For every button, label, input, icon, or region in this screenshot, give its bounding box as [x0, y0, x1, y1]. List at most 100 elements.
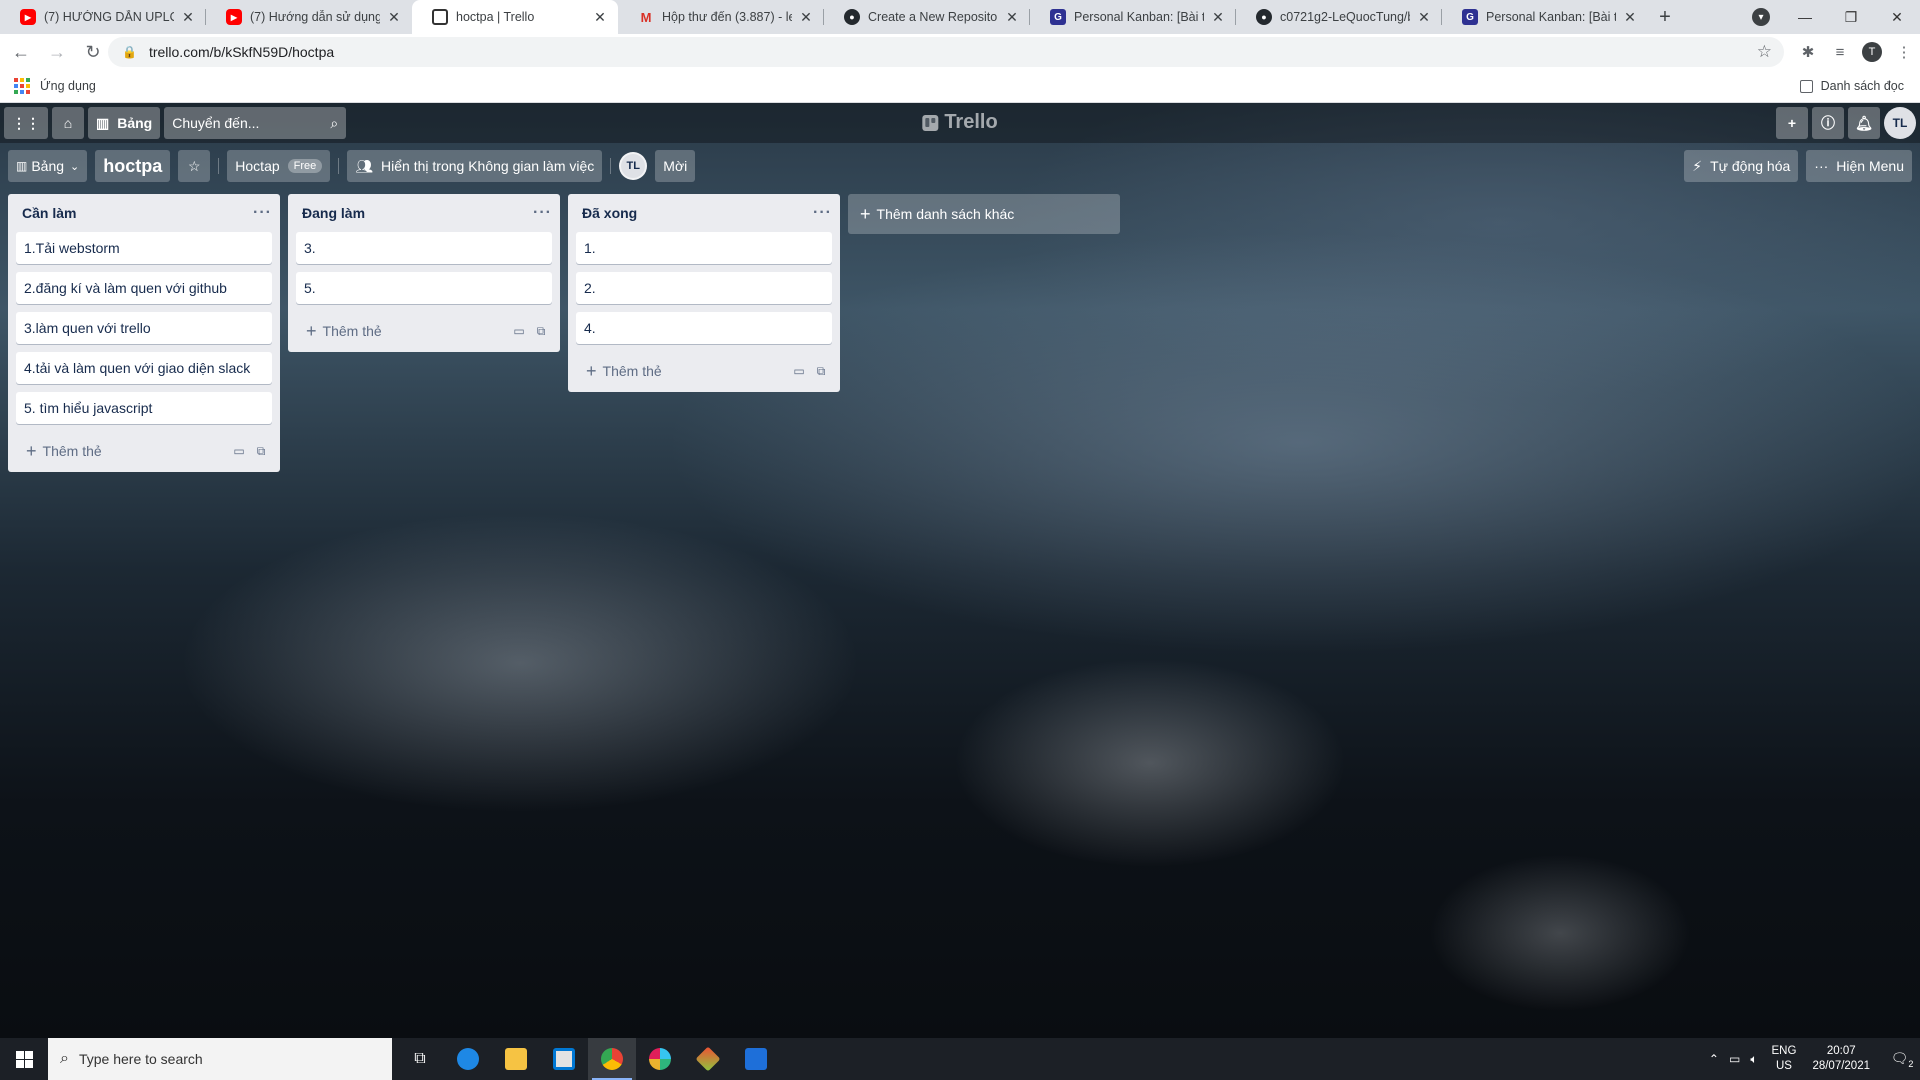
browser-tab[interactable]: G Personal Kanban: [Bài tập] ✕	[1442, 0, 1648, 34]
create-from-template-icon[interactable]: ⧉	[530, 324, 552, 339]
boards-button[interactable]: ▥ Bảng	[88, 107, 161, 139]
profile-avatar[interactable]: T	[1862, 42, 1882, 62]
card[interactable]: 3.làm quen với trello	[16, 312, 272, 344]
close-icon[interactable]: ✕	[592, 9, 608, 26]
notification-center-icon[interactable]: 🗨︎2	[1884, 1050, 1920, 1069]
list-title[interactable]: Cần làm	[22, 205, 76, 221]
git-icon[interactable]	[684, 1038, 732, 1080]
forward-icon[interactable]: →	[42, 37, 72, 67]
video-icon[interactable]: ▭	[508, 324, 530, 338]
card[interactable]: 2.	[576, 272, 832, 304]
edge-icon[interactable]	[444, 1038, 492, 1080]
store-icon[interactable]	[540, 1038, 588, 1080]
browser-tab-active[interactable]: hoctpa | Trello ✕	[412, 0, 618, 34]
tab-search-icon[interactable]: ▾	[1752, 8, 1770, 26]
logo-text: Trello	[944, 111, 998, 133]
board-member-avatar[interactable]: TL	[619, 152, 648, 180]
list-header[interactable]: Đang làm ···	[288, 194, 560, 232]
start-button[interactable]	[0, 1038, 48, 1080]
create-from-template-icon[interactable]: ⧉	[250, 444, 272, 459]
network-icon[interactable]: ▭	[1729, 1052, 1740, 1067]
card[interactable]: 2.đăng kí và làm quen với github	[16, 272, 272, 304]
address-bar[interactable]: 🔒 trello.com/b/kSkfN59D/hoctpa ☆	[108, 37, 1784, 67]
minimize-icon[interactable]: —	[1782, 9, 1828, 25]
close-icon[interactable]: ✕	[1210, 9, 1226, 26]
list-header[interactable]: Cần làm ···	[8, 194, 280, 232]
board-icon: ▥	[96, 114, 110, 131]
workspace-button[interactable]: Hoctap Free	[227, 150, 331, 182]
taskbar-search-input[interactable]: ⌕ Type here to search	[48, 1038, 392, 1080]
list-menu-icon[interactable]: ···	[813, 204, 832, 222]
close-icon[interactable]: ✕	[1416, 9, 1432, 26]
card[interactable]: 4.tải và làm quen với giao diện slack	[16, 352, 272, 384]
browser-tab[interactable]: M Hộp thư đến (3.887) - lequ ✕	[618, 0, 824, 34]
clock[interactable]: 20:07 28/07/2021	[1812, 1044, 1870, 1074]
browser-tab[interactable]: ▶ (7) HƯỚNG DẪN UPLOAD ✕	[0, 0, 206, 34]
card[interactable]: 1.Tải webstorm	[16, 232, 272, 264]
card[interactable]: 5.	[296, 272, 552, 304]
video-icon[interactable]: ▭	[788, 364, 810, 378]
add-list-button[interactable]: + Thêm danh sách khác	[848, 194, 1120, 234]
create-icon[interactable]: +	[1776, 107, 1808, 139]
video-icon[interactable]: ▭	[228, 444, 250, 458]
slack-icon[interactable]	[636, 1038, 684, 1080]
show-menu-button[interactable]: ··· Hiện Menu	[1806, 150, 1912, 182]
add-card-button[interactable]: + Thêm thẻ ▭ ⧉	[16, 432, 280, 470]
chrome-icon[interactable]	[588, 1038, 636, 1080]
close-icon[interactable]: ✕	[180, 9, 196, 26]
list-menu-icon[interactable]: ···	[533, 204, 552, 222]
back-icon[interactable]: ←	[6, 37, 36, 67]
close-icon[interactable]: ✕	[1004, 9, 1020, 26]
new-tab-button[interactable]: +	[1648, 0, 1682, 34]
list-title[interactable]: Đã xong	[582, 205, 637, 221]
card[interactable]: 3.	[296, 232, 552, 264]
lock-icon[interactable]: 🔒	[122, 45, 137, 59]
file-explorer-icon[interactable]	[492, 1038, 540, 1080]
list-header[interactable]: Đã xong ···	[568, 194, 840, 232]
reload-icon[interactable]: ↻	[78, 37, 108, 67]
apps-icon[interactable]	[14, 78, 30, 94]
close-icon[interactable]: ✕	[386, 9, 402, 26]
browser-tab[interactable]: G Personal Kanban: [Bài tập] ✕	[1030, 0, 1236, 34]
card[interactable]: 1.	[576, 232, 832, 264]
invite-button[interactable]: Mời	[655, 150, 696, 182]
media-control-icon[interactable]: ≡	[1824, 44, 1856, 61]
close-icon[interactable]: ✕	[798, 9, 814, 26]
automation-button[interactable]: ⚡︎ Tự động hóa	[1684, 150, 1799, 182]
trello-search-input[interactable]: Chuyển đến... ⌕	[164, 107, 347, 139]
notifications-icon[interactable]: 🔔︎	[1848, 107, 1880, 139]
task-view-icon[interactable]: ⧉	[396, 1038, 444, 1080]
list-title[interactable]: Đang làm	[302, 205, 365, 221]
photos-icon[interactable]	[732, 1038, 780, 1080]
card[interactable]: 4.	[576, 312, 832, 344]
browser-tab[interactable]: ● Create a New Repository ✕	[824, 0, 1030, 34]
add-card-button[interactable]: + Thêm thẻ ▭ ⧉	[296, 312, 560, 350]
chevron-up-icon[interactable]: ⌃	[1709, 1052, 1719, 1067]
close-window-icon[interactable]: ✕	[1874, 9, 1920, 26]
browser-tab[interactable]: ▶ (7) Hướng dẫn sử dụng Tre ✕	[206, 0, 412, 34]
card[interactable]: 5. tìm hiểu javascript	[16, 392, 272, 424]
visibility-button[interactable]: 👥︎ Hiển thị trong Không gian làm việc	[347, 150, 603, 182]
browser-tab[interactable]: ● c0721g2-LeQuocTung/bai ✕	[1236, 0, 1442, 34]
app-switcher-icon[interactable]: ⋮⋮	[4, 107, 48, 139]
board-view-switcher[interactable]: ▥ Bảng ⌄	[8, 150, 88, 182]
chrome-menu-icon[interactable]: ⋮	[1888, 43, 1920, 61]
apps-bookmark[interactable]: Ứng dụng	[40, 79, 96, 93]
restore-icon[interactable]: ❐	[1828, 9, 1874, 26]
star-board-icon[interactable]: ☆	[178, 150, 211, 182]
volume-icon[interactable]: 🔈︎	[1750, 1052, 1757, 1067]
reading-list-button[interactable]: Danh sách đọc	[1799, 79, 1904, 93]
info-icon[interactable]: ⓘ	[1812, 107, 1844, 139]
list-menu-icon[interactable]: ···	[253, 204, 272, 222]
home-icon[interactable]: ⌂	[52, 107, 84, 139]
close-icon[interactable]: ✕	[1622, 9, 1638, 26]
extensions-icon[interactable]: ✱	[1792, 43, 1824, 61]
add-card-button[interactable]: + Thêm thẻ ▭ ⧉	[576, 352, 840, 390]
board-name[interactable]: hoctpa	[95, 150, 171, 182]
create-from-template-icon[interactable]: ⧉	[810, 364, 832, 379]
language-indicator[interactable]: ENG US	[1772, 1044, 1797, 1074]
bookmark-star-icon[interactable]: ☆	[1757, 42, 1772, 62]
list-todo: Cần làm ··· 1.Tải webstorm 2.đăng kí và …	[8, 194, 280, 472]
user-avatar[interactable]: TL	[1884, 107, 1916, 139]
trello-logo[interactable]: Trello	[922, 111, 998, 134]
